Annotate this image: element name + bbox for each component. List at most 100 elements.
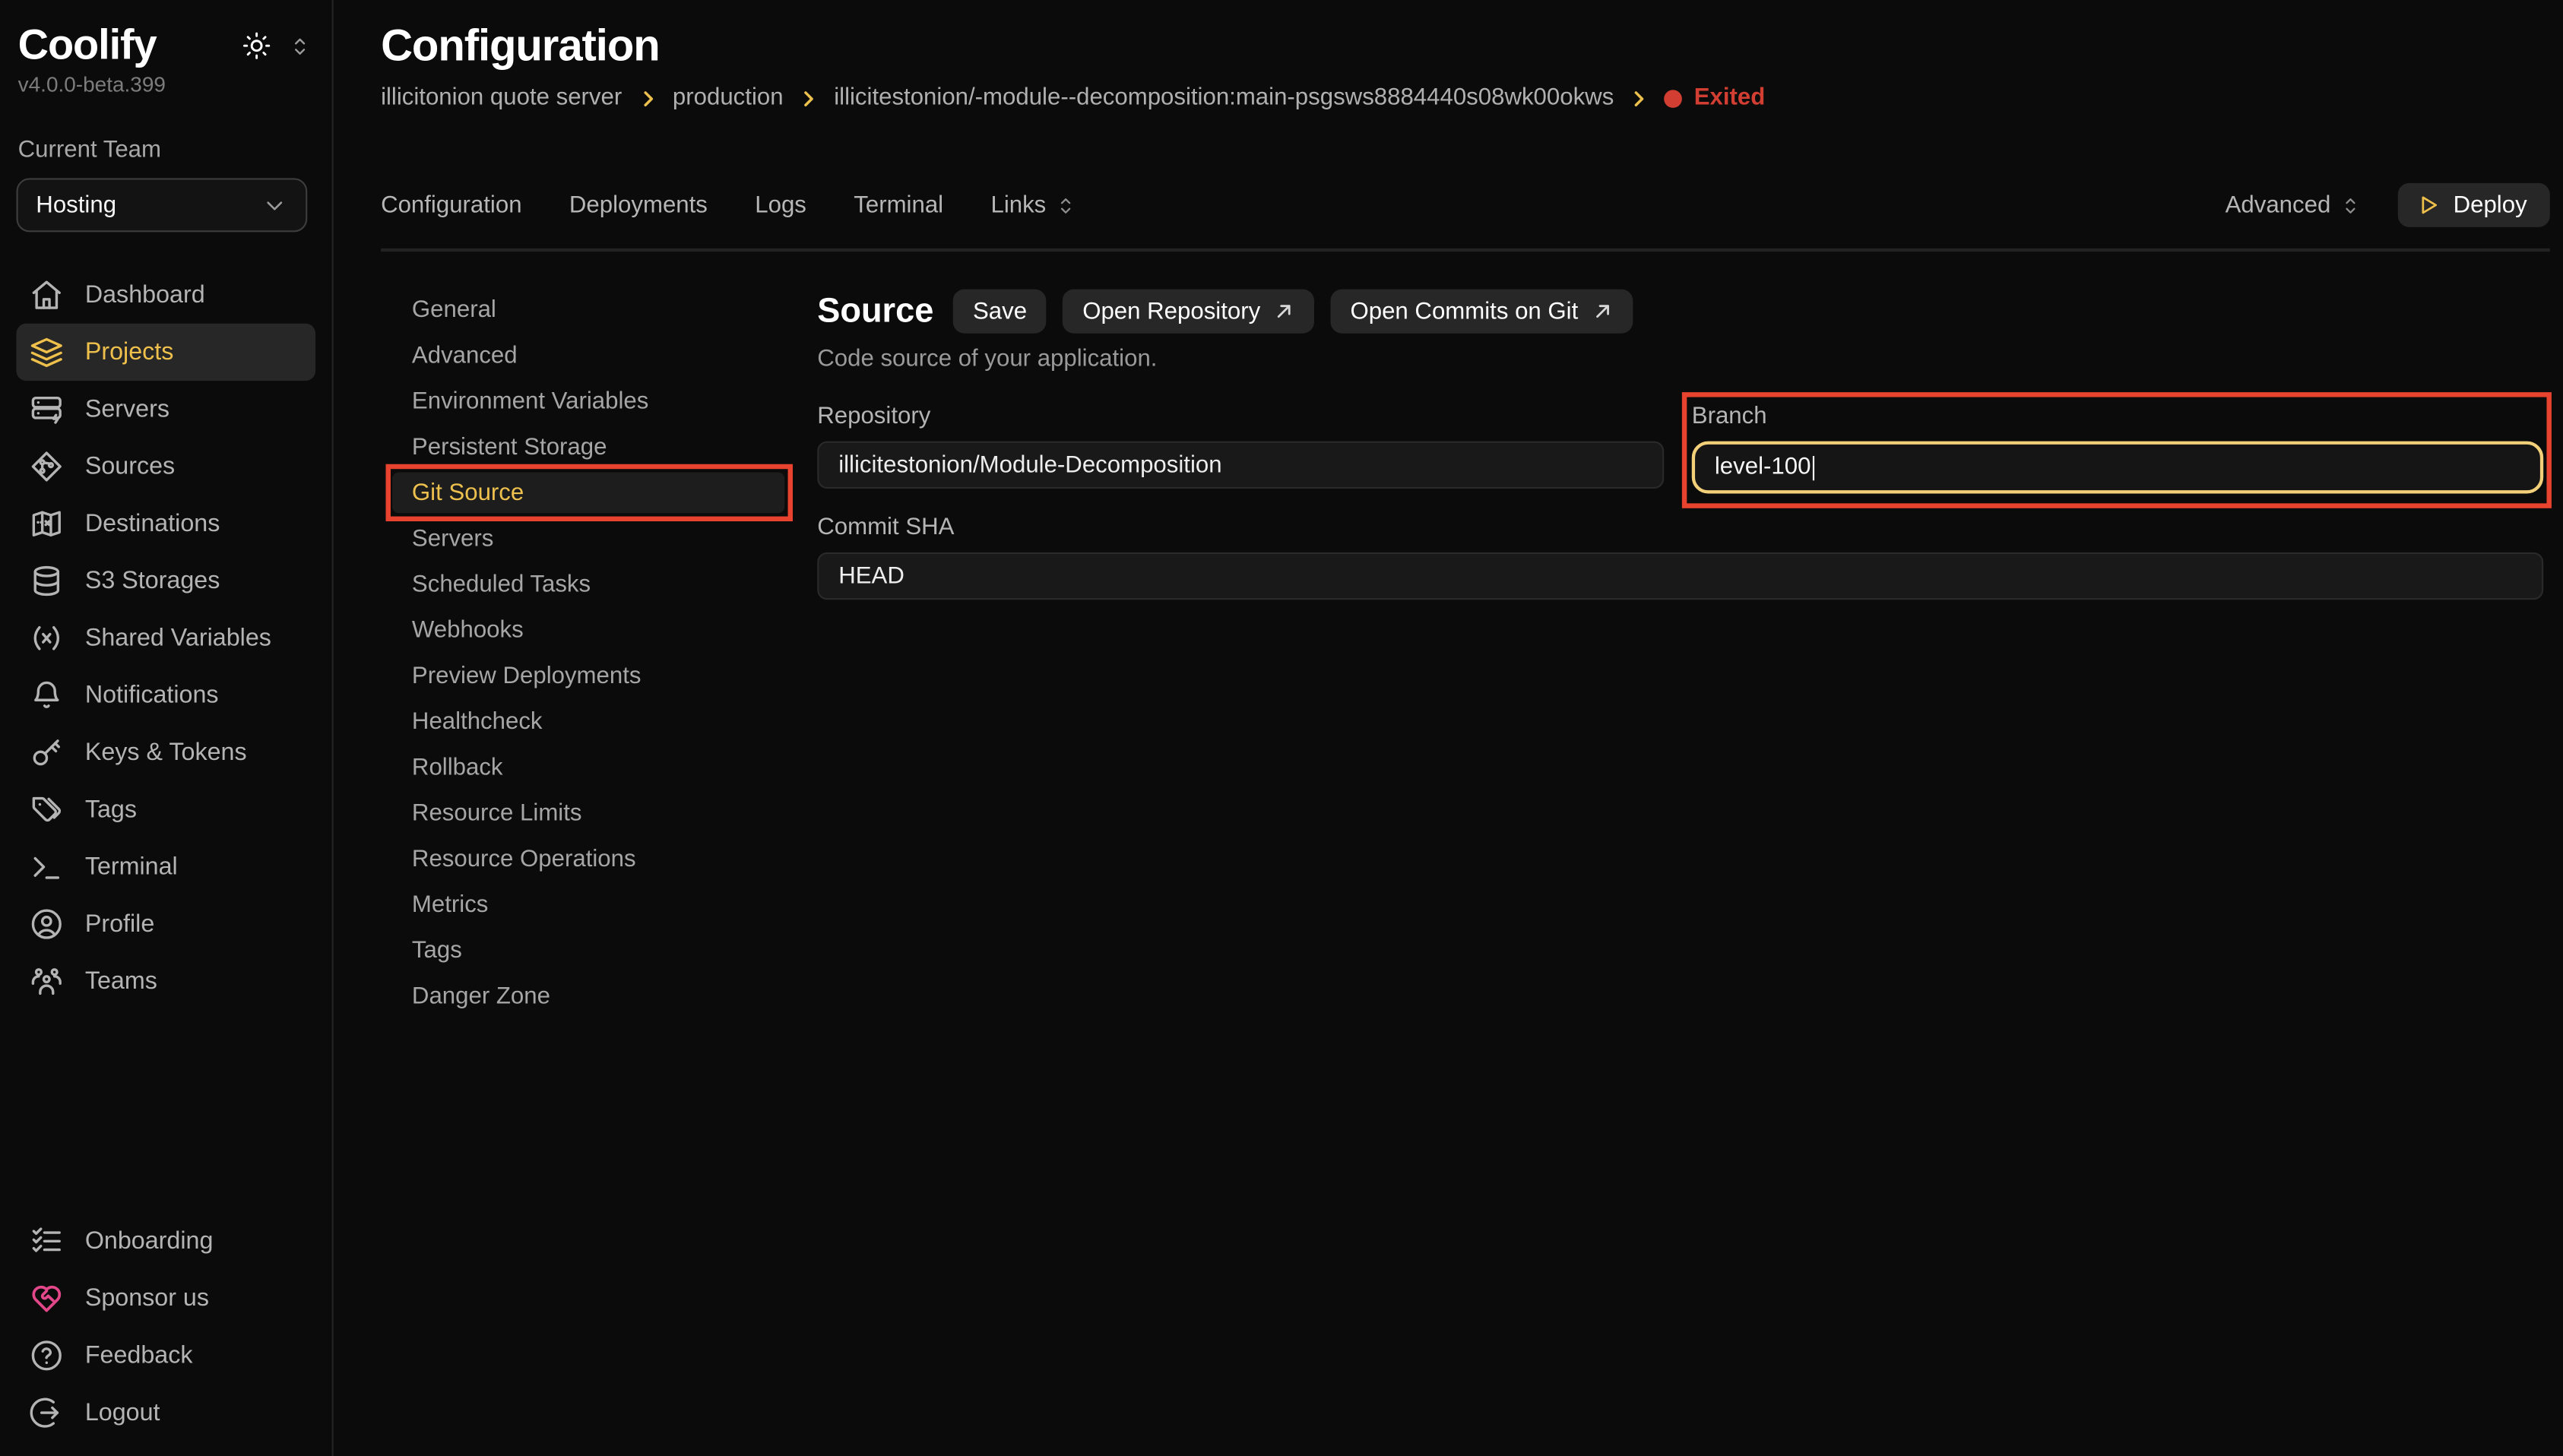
commit-sha-label: Commit SHA [817,514,2543,540]
sidebar: Coolify v4.0.0-beta.399 Current Team Hos… [0,0,334,1456]
subnav-environment-variables[interactable]: Environment Variables [392,381,784,422]
sidebar-item-notifications[interactable]: Notifications [17,666,316,723]
sidebar-item-sponsor[interactable]: Sponsor us [17,1270,316,1327]
database-icon [30,564,64,598]
breadcrumb-environment[interactable]: production [673,85,784,111]
help-circle-icon [30,1338,64,1372]
play-icon [2416,193,2440,217]
save-button[interactable]: Save [953,290,1047,334]
logout-icon [30,1396,64,1430]
team-select[interactable]: Hosting [17,178,308,232]
server-icon [30,392,64,426]
sidebar-item-tags[interactable]: Tags [17,781,316,838]
subnav-general[interactable]: General [392,290,784,331]
deploy-button[interactable]: Deploy [2397,183,2549,227]
chevron-down-icon [261,192,287,218]
breadcrumb-resource[interactable]: illicitestonion/-module--decomposition:m… [834,85,1614,111]
repository-input[interactable]: illicitestonion/Module-Decomposition [817,442,1664,489]
status-badge: Exited [1665,85,1765,111]
subnav-webhooks[interactable]: Webhooks [392,609,784,650]
tab-configuration[interactable]: Configuration [381,192,521,218]
tab-links[interactable]: Links [990,192,1077,218]
page-title: Configuration [381,21,2550,72]
heart-handshake-icon [30,1281,64,1315]
main-content: Configuration illicitonion quote server … [334,0,2563,1456]
git-source-icon [30,449,64,483]
open-commits-button[interactable]: Open Commits on Git [1331,290,1633,334]
branch-input[interactable]: level-100 [1692,442,2543,494]
subnav-servers[interactable]: Servers [392,518,784,559]
source-heading: Source [817,292,933,331]
home-icon [30,278,64,312]
breadcrumb-project[interactable]: illicitonion quote server [381,85,622,111]
subnav-resource-limits[interactable]: Resource Limits [392,793,784,834]
commit-sha-input[interactable]: HEAD [817,552,2543,600]
app: Coolify v4.0.0-beta.399 Current Team Hos… [0,0,2563,1456]
sidebar-item-dashboard[interactable]: Dashboard [17,267,316,324]
tab-logs[interactable]: Logs [755,192,806,218]
current-team-label: Current Team [18,138,315,163]
chevron-right-icon [637,88,658,109]
theme-selector-chevrons-icon[interactable] [287,33,312,58]
subnav-rollback[interactable]: Rollback [392,747,784,788]
sidebar-item-shared-variables[interactable]: Shared Variables [17,609,316,666]
sidebar-footer-nav: Onboarding Sponsor us Feedback Logout [17,1213,316,1442]
users-icon [30,964,64,999]
user-circle-icon [30,907,64,942]
source-heading-row: Source Save Open Repository Open Commits… [817,290,2543,334]
sidebar-item-projects[interactable]: Projects [17,324,316,381]
status-dot-icon [1665,89,1683,107]
git-source-form: Source Save Open Repository Open Commits… [817,290,2550,1456]
tabs: Configuration Deployments Logs Terminal … [381,192,1077,218]
text-cursor [1813,455,1815,480]
tab-deployments[interactable]: Deployments [569,192,708,218]
tabs-row: Configuration Deployments Logs Terminal … [381,183,2550,227]
checklist-icon [30,1224,64,1258]
subnav-scheduled-tasks[interactable]: Scheduled Tasks [392,564,784,605]
variable-icon [30,621,64,655]
sidebar-item-onboarding[interactable]: Onboarding [17,1213,316,1270]
sidebar-item-teams[interactable]: Teams [17,953,316,1010]
breadcrumb: illicitonion quote server production ill… [381,85,2550,111]
sidebar-item-servers[interactable]: Servers [17,381,316,438]
subnav-danger-zone[interactable]: Danger Zone [392,976,784,1017]
sidebar-item-keys-tokens[interactable]: Keys & Tokens [17,724,316,781]
sidebar-item-terminal[interactable]: Terminal [17,838,316,895]
status-text: Exited [1694,85,1766,111]
subnav-advanced[interactable]: Advanced [392,335,784,376]
app-version: v4.0.0-beta.399 [18,72,315,97]
sidebar-item-s3-storages[interactable]: S3 Storages [17,552,316,609]
branch-label: Branch [1692,404,2543,429]
sidebar-item-profile[interactable]: Profile [17,895,316,952]
chevrons-up-down-icon [2339,194,2362,217]
tab-terminal[interactable]: Terminal [854,192,943,218]
open-repository-button[interactable]: Open Repository [1063,290,1314,334]
sidebar-item-sources[interactable]: Sources [17,438,316,495]
subnav-metrics[interactable]: Metrics [392,884,784,925]
advanced-dropdown[interactable]: Advanced [2226,192,2362,218]
chevrons-up-down-icon [1054,194,1077,217]
tag-icon [30,793,64,827]
subnav-tags[interactable]: Tags [392,930,784,971]
chevron-right-icon [1629,88,1650,109]
logo-row: Coolify [17,20,316,71]
subnav-preview-deployments[interactable]: Preview Deployments [392,655,784,696]
subnav-healthcheck[interactable]: Healthcheck [392,701,784,742]
theme-sun-icon[interactable] [242,31,271,61]
sidebar-item-feedback[interactable]: Feedback [17,1327,316,1384]
subnav-resource-operations[interactable]: Resource Operations [392,838,784,879]
key-icon [30,736,64,770]
subnav-git-source[interactable]: Git Source [392,472,784,513]
arrow-up-right-icon [1273,301,1294,322]
subnav-persistent-storage[interactable]: Persistent Storage [392,426,784,467]
configuration-content: General Advanced Environment Variables P… [381,252,2550,1456]
sidebar-item-destinations[interactable]: Destinations [17,495,316,552]
sidebar-item-logout[interactable]: Logout [17,1384,316,1441]
team-select-value: Hosting [36,192,116,218]
settings-subnav: General Advanced Environment Variables P… [381,290,817,1456]
repository-label: Repository [817,404,1664,429]
repository-field-group: Repository illicitestonion/Module-Decomp… [817,404,1664,493]
arrow-up-right-icon [1592,301,1613,322]
header-actions: Advanced Deploy [2226,183,2550,227]
sidebar-nav: Dashboard Projects Servers Sources Desti… [17,267,316,1010]
